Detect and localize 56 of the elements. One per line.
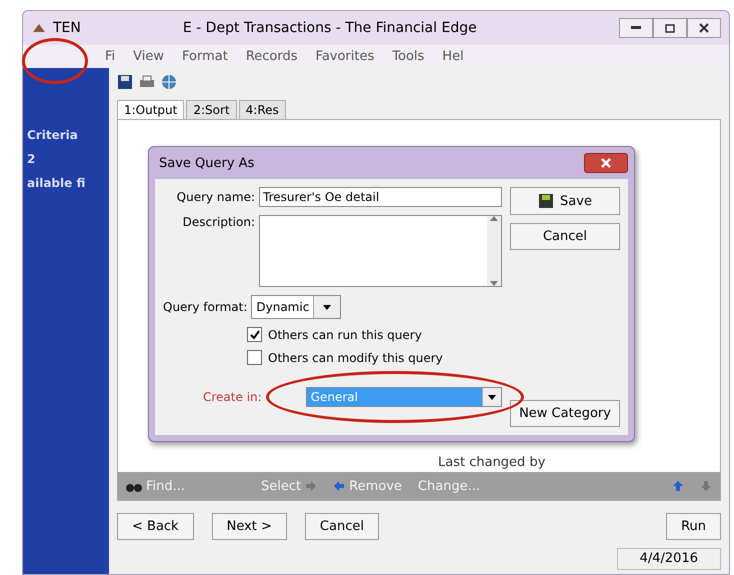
dropdown-arrow-icon — [323, 304, 332, 310]
close-icon — [601, 158, 611, 168]
menu-item[interactable]: Tools — [392, 49, 424, 64]
save-icon[interactable] — [117, 74, 133, 90]
highlight-ellipse — [22, 38, 88, 84]
right-arrow-icon — [305, 480, 318, 492]
menu-item[interactable]: Hel — [442, 49, 464, 64]
checkbox-label: Others can run this query — [268, 328, 422, 342]
column-header: Last changed by — [438, 455, 546, 470]
globe-icon[interactable] — [161, 74, 177, 90]
minimize-button[interactable] — [619, 18, 653, 38]
window-title: TEN — [53, 20, 81, 36]
minimize-icon — [631, 26, 641, 30]
maximize-icon — [665, 24, 675, 32]
query-format-dropdown[interactable]: Dynamic — [251, 295, 342, 319]
maximize-button[interactable] — [653, 18, 687, 38]
query-name-field[interactable]: Tresurer's Oe detail — [259, 187, 502, 207]
menu-item[interactable]: Fi — [105, 49, 116, 64]
field-label: Query format: — [163, 300, 248, 314]
up-arrow-icon[interactable] — [490, 216, 498, 221]
cancel-button[interactable]: Cancel — [510, 223, 620, 250]
field-label: Create in: — [203, 390, 262, 404]
close-icon — [699, 23, 709, 33]
up-arrow-icon[interactable] — [672, 480, 684, 492]
left-arrow-icon — [333, 480, 346, 492]
sidebar-item[interactable]: 2 — [27, 152, 105, 166]
down-arrow-icon[interactable] — [490, 281, 498, 286]
cancel-button[interactable]: Cancel — [304, 513, 379, 540]
print-icon[interactable] — [139, 74, 155, 90]
save-button[interactable]: Save — [510, 187, 620, 215]
dropdown-arrow-icon — [488, 394, 496, 400]
dialog-title: Save Query As — [159, 156, 254, 170]
run-button[interactable]: Run — [666, 513, 721, 540]
tab[interactable]: 2:Sort — [186, 100, 237, 119]
new-category-button[interactable]: New Category — [510, 400, 620, 427]
menu-item[interactable]: Records — [246, 49, 298, 64]
menu-item[interactable]: Favorites — [316, 49, 374, 64]
field-label: Query name: — [176, 190, 255, 204]
checkbox[interactable] — [247, 327, 262, 342]
back-button[interactable]: < Back — [117, 513, 194, 540]
menu-item[interactable]: Format — [182, 49, 228, 64]
description-field[interactable] — [259, 215, 502, 287]
field-label: Description: — [182, 215, 255, 229]
menu-item[interactable]: View — [133, 49, 164, 64]
status-date: 4/4/2016 — [616, 548, 721, 570]
tab[interactable]: 4:Res — [238, 100, 286, 119]
sidebar-item[interactable]: ailable fi — [27, 176, 105, 190]
checkbox-label: Others can modify this query — [268, 350, 443, 364]
sidebar-item[interactable]: Criteria — [27, 128, 105, 142]
scrollbar[interactable] — [487, 216, 501, 286]
tab[interactable]: 1:Output — [117, 100, 184, 119]
next-button[interactable]: Next > — [212, 513, 287, 540]
close-button[interactable] — [687, 18, 721, 38]
close-button[interactable] — [584, 153, 628, 173]
window-title: E - Dept Transactions - The Financial Edge — [182, 20, 477, 36]
checkbox[interactable] — [247, 350, 262, 365]
